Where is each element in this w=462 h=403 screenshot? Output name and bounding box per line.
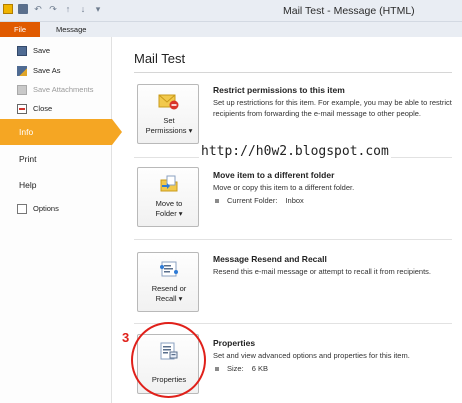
detail-value: Inbox xyxy=(285,196,304,205)
button-label: Move to Folder ▾ xyxy=(155,199,183,218)
move-to-folder-button[interactable]: Move to Folder ▾ xyxy=(137,167,199,227)
quick-access-toolbar: ↶ ↷ ↑ ↓ ▾ xyxy=(3,4,103,14)
title-divider xyxy=(134,72,452,73)
window-title: Mail Test - Message (HTML) xyxy=(283,5,415,17)
section-description-permissions: Set up restrictions for this item. For e… xyxy=(213,98,452,118)
section-heading-resend: Message Resend and Recall xyxy=(213,254,327,264)
size-row: Size: 6 KB xyxy=(215,364,268,373)
section-description-resend: Resend this e-mail message or attempt to… xyxy=(213,267,432,276)
undo-icon[interactable]: ↶ xyxy=(33,4,43,14)
backstage-sidebar: Save Save As Save Attachments Close Info… xyxy=(0,37,122,403)
sidebar-item-options[interactable]: Options xyxy=(0,200,112,217)
save-attachments-icon xyxy=(17,84,27,95)
sidebar-item-save-as[interactable]: Save As xyxy=(0,62,112,79)
sidebar-item-save-attachments: Save Attachments xyxy=(0,81,112,98)
sidebar-item-label: Info xyxy=(19,127,34,137)
page-title: Mail Test xyxy=(134,51,186,66)
button-label: Set Permissions ▾ xyxy=(145,116,193,135)
set-permissions-button[interactable]: Set Permissions ▾ xyxy=(137,84,199,144)
button-label: Resend or Recall ▾ xyxy=(151,284,187,303)
detail-label: Current Folder: xyxy=(227,196,278,205)
close-icon xyxy=(17,103,27,114)
sidebar-item-label: Close xyxy=(33,104,53,113)
move-folder-icon xyxy=(160,175,178,192)
resend-or-recall-button[interactable]: Resend or Recall ▾ xyxy=(137,252,199,312)
detail-label: Size: xyxy=(227,364,244,373)
step-number: 3 xyxy=(122,330,130,345)
up-arrow-icon[interactable]: ↑ xyxy=(63,4,73,14)
ribbon-tabs: File Message xyxy=(0,22,462,37)
options-icon xyxy=(17,203,27,214)
sidebar-item-label: Save xyxy=(33,46,51,55)
save-as-icon xyxy=(17,65,27,76)
sidebar-item-label: Save As xyxy=(33,66,61,75)
section-description-move: Move or copy this item to a different fo… xyxy=(213,183,355,192)
section-divider xyxy=(134,239,452,240)
highlight-circle xyxy=(131,322,206,398)
save-icon xyxy=(17,45,27,56)
tab-message[interactable]: Message xyxy=(56,22,86,37)
selected-pointer xyxy=(112,119,122,145)
detail-value: 6 KB xyxy=(251,364,268,373)
outlook-app-icon[interactable] xyxy=(3,4,13,14)
sidebar-item-print[interactable]: Print xyxy=(0,150,112,167)
sidebar-item-help[interactable]: Help xyxy=(0,176,112,193)
customize-toolbar-icon[interactable]: ▾ xyxy=(93,4,103,14)
sidebar-item-label: Options xyxy=(33,204,59,213)
sidebar-item-label: Help xyxy=(19,179,37,190)
blog-watermark: http://h0w2.blogspot.com xyxy=(199,144,391,159)
sidebar-item-info[interactable]: Info xyxy=(0,119,122,145)
permissions-icon xyxy=(158,94,179,110)
redo-icon[interactable]: ↷ xyxy=(48,4,58,14)
section-heading-move: Move item to a different folder xyxy=(213,170,335,180)
title-bar: ↶ ↷ ↑ ↓ ▾ Mail Test - Message (HTML) xyxy=(0,0,462,22)
section-heading-permissions: Restrict permissions to this item xyxy=(213,85,345,95)
sidebar-item-label: Print xyxy=(19,153,37,164)
down-arrow-icon[interactable]: ↓ xyxy=(78,4,88,14)
section-description-properties: Set and view advanced options and proper… xyxy=(213,351,410,360)
section-heading-properties: Properties xyxy=(213,338,256,348)
sidebar-item-label: Save Attachments xyxy=(33,85,94,94)
current-folder-row: Current Folder: Inbox xyxy=(215,196,304,205)
bullet-icon xyxy=(215,198,219,203)
resend-recall-icon xyxy=(160,261,178,277)
tab-file[interactable]: File xyxy=(0,22,40,37)
sidebar-item-close[interactable]: Close xyxy=(0,100,112,117)
bullet-icon xyxy=(215,366,219,371)
save-icon[interactable] xyxy=(18,4,28,14)
sidebar-item-save[interactable]: Save xyxy=(0,42,112,59)
